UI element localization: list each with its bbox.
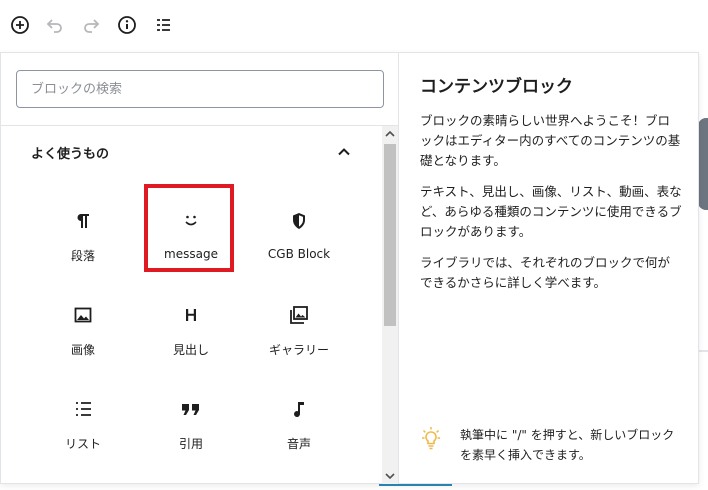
- scroll-up-arrow-icon[interactable]: [382, 126, 398, 142]
- block-label: 見出し: [172, 343, 209, 357]
- quote-icon: [147, 397, 235, 421]
- info-paragraph: ブロックの素晴らしい世界へようこそ！ブロックはエディター内のすべてのコンテンツの…: [420, 113, 681, 168]
- list-icon: [39, 397, 127, 421]
- block-item-cgb-block[interactable]: CGB Block: [255, 194, 343, 282]
- section-title: よく使うもの: [31, 147, 110, 162]
- block-inserter-popover: よく使うもの 段落 message: [0, 52, 699, 484]
- section-header-most-used[interactable]: よく使うもの: [1, 126, 382, 178]
- block-item-quote[interactable]: 引用: [147, 382, 235, 470]
- block-label: リスト: [64, 437, 101, 451]
- block-item-audio[interactable]: 音声: [255, 382, 343, 470]
- music-note-icon: [255, 397, 343, 421]
- block-label: 音声: [286, 437, 311, 451]
- block-label: 引用: [178, 437, 203, 451]
- block-results: よく使うもの 段落 message CGB Block 画像 見出し ギャラリー…: [1, 126, 382, 484]
- outline-button[interactable]: [150, 12, 176, 38]
- search-area: [1, 53, 398, 126]
- lightbulb-icon: [422, 427, 440, 450]
- block-search-input[interactable]: [16, 70, 384, 108]
- block-label: 段落: [70, 249, 95, 263]
- info-paragraph: ライブラリでは、それぞれのブロックで何ができるかさらに詳しく学べます。: [420, 255, 671, 290]
- editor-toolbar: [0, 0, 708, 52]
- block-item-list[interactable]: リスト: [39, 382, 127, 470]
- message-highlight-box: [144, 184, 234, 272]
- undo-button[interactable]: [42, 12, 68, 38]
- info-paragraph: テキスト、見出し、画像、リスト、動画、表など、あらゆる種類のコンテンツに使用でき…: [420, 184, 682, 239]
- heading-icon: [147, 303, 235, 327]
- block-label: 画像: [70, 343, 95, 357]
- info-icon: [118, 16, 136, 34]
- gallery-icon: [255, 303, 343, 327]
- scroll-down-arrow-icon[interactable]: [382, 468, 398, 484]
- inserter-info-panel: コンテンツブロック ブロックの素晴らしい世界へようこそ！ブロックはエディター内の…: [399, 53, 698, 483]
- block-label: ギャラリー: [268, 343, 329, 357]
- paragraph-icon: [39, 209, 127, 233]
- block-item-gallery[interactable]: ギャラリー: [255, 288, 343, 376]
- inserter-main-panel: よく使うもの 段落 message: [1, 53, 399, 484]
- block-item-image[interactable]: 画像: [39, 288, 127, 376]
- plus-circle-icon: [11, 16, 29, 34]
- inserter-tip: 執筆中に "/" を押すと、新しいブロックを素早く挿入できます。: [399, 407, 698, 485]
- shield-icon: [255, 209, 343, 233]
- info-button[interactable]: [114, 12, 140, 38]
- editor-background-divider: [698, 350, 708, 352]
- list-outline-icon: [157, 19, 170, 31]
- block-item-heading[interactable]: 見出し: [147, 288, 235, 376]
- redo-icon: [84, 19, 100, 33]
- block-item-paragraph[interactable]: 段落: [39, 194, 127, 282]
- chevron-up-icon[interactable]: [335, 143, 353, 161]
- info-panel-title: コンテンツブロック: [420, 77, 573, 97]
- redo-button[interactable]: [78, 12, 104, 38]
- add-block-button[interactable]: [7, 12, 33, 38]
- results-scrollbar[interactable]: [382, 126, 398, 484]
- image-icon: [39, 303, 127, 327]
- block-label: CGB Block: [267, 247, 331, 261]
- undo-icon: [46, 19, 62, 33]
- scroll-thumb[interactable]: [384, 144, 396, 326]
- tip-text: 執筆中に "/" を押すと、新しいブロックを素早く挿入できます。: [460, 428, 675, 462]
- editor-background-shape: [698, 118, 708, 210]
